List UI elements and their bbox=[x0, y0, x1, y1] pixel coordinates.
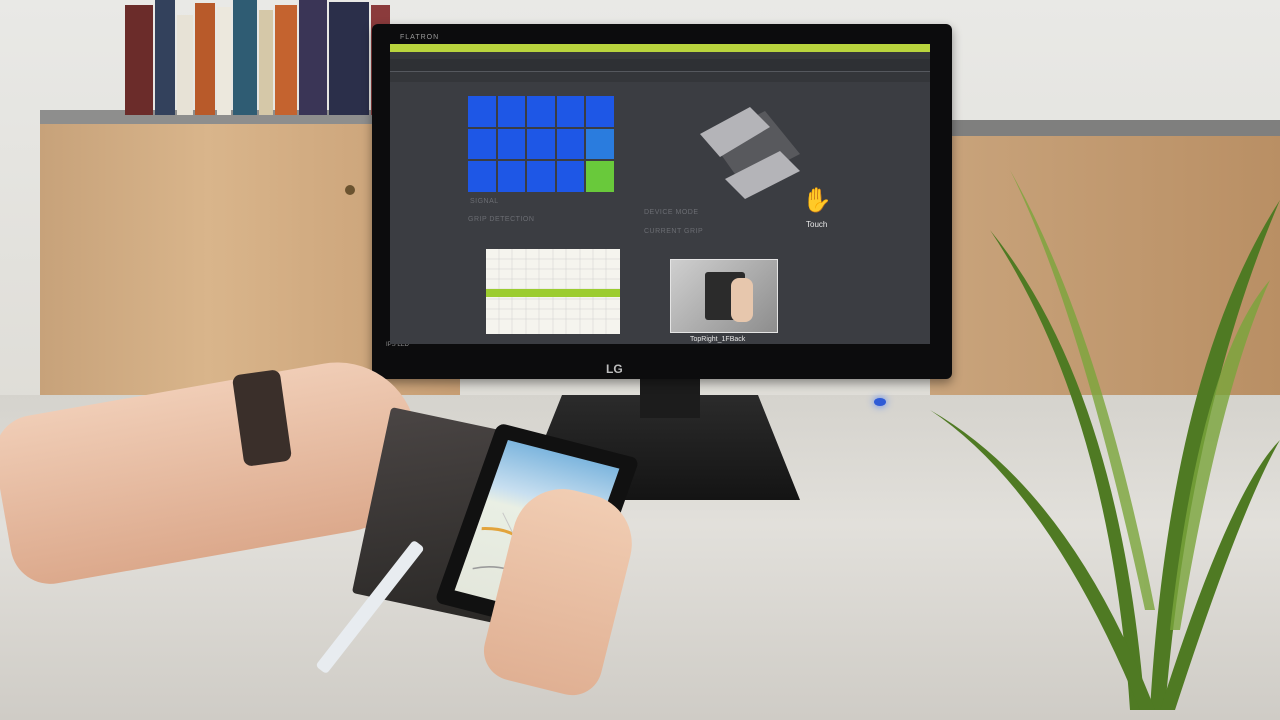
device-mode-label: DEVICE MODE bbox=[644, 209, 699, 216]
signal-cell bbox=[468, 128, 496, 160]
monitor-logo: LG bbox=[606, 362, 623, 376]
grip-detection-chart bbox=[486, 249, 620, 334]
signal-cell bbox=[556, 96, 585, 127]
current-grip-photo bbox=[670, 259, 778, 333]
app-options-bar bbox=[390, 72, 930, 82]
signal-cell bbox=[497, 161, 526, 192]
signal-cell bbox=[556, 161, 585, 192]
potted-plant bbox=[930, 170, 1280, 710]
current-grip-label: CURRENT GRIP bbox=[644, 228, 704, 235]
signal-cell bbox=[497, 96, 526, 127]
grip-detection-label: GRIP DETECTION bbox=[468, 216, 535, 223]
signal-cell bbox=[527, 96, 555, 127]
monitor-stand-neck bbox=[640, 378, 700, 418]
signal-label: SIGNAL bbox=[470, 198, 499, 205]
app-toolbar bbox=[390, 59, 930, 72]
signal-cell bbox=[468, 161, 496, 192]
signal-cell bbox=[586, 161, 614, 192]
monitor-brand: FLATRON bbox=[400, 34, 440, 41]
signal-grid bbox=[468, 96, 614, 192]
signal-cell bbox=[527, 128, 555, 160]
device-3d-model bbox=[700, 107, 800, 199]
cabinet-knob bbox=[345, 185, 355, 195]
current-grip-caption: TopRight_1FBack bbox=[690, 336, 746, 343]
signal-cell bbox=[468, 96, 496, 127]
signal-cell bbox=[527, 161, 555, 192]
app-titlebar bbox=[390, 44, 930, 52]
signal-cell bbox=[586, 96, 614, 127]
device-mode-value: Touch bbox=[806, 220, 828, 229]
signal-cell bbox=[556, 128, 585, 160]
signal-cell bbox=[586, 128, 614, 160]
signal-cell bbox=[497, 128, 526, 160]
monitor-screen: SIGNAL GRIP DETECTION DEVICE MODE CURREN… bbox=[390, 44, 930, 344]
power-led bbox=[874, 398, 886, 406]
app-menubar bbox=[390, 52, 930, 59]
bookshelf-books bbox=[125, 0, 390, 115]
hand-pointer-icon: ✋ bbox=[802, 187, 832, 214]
